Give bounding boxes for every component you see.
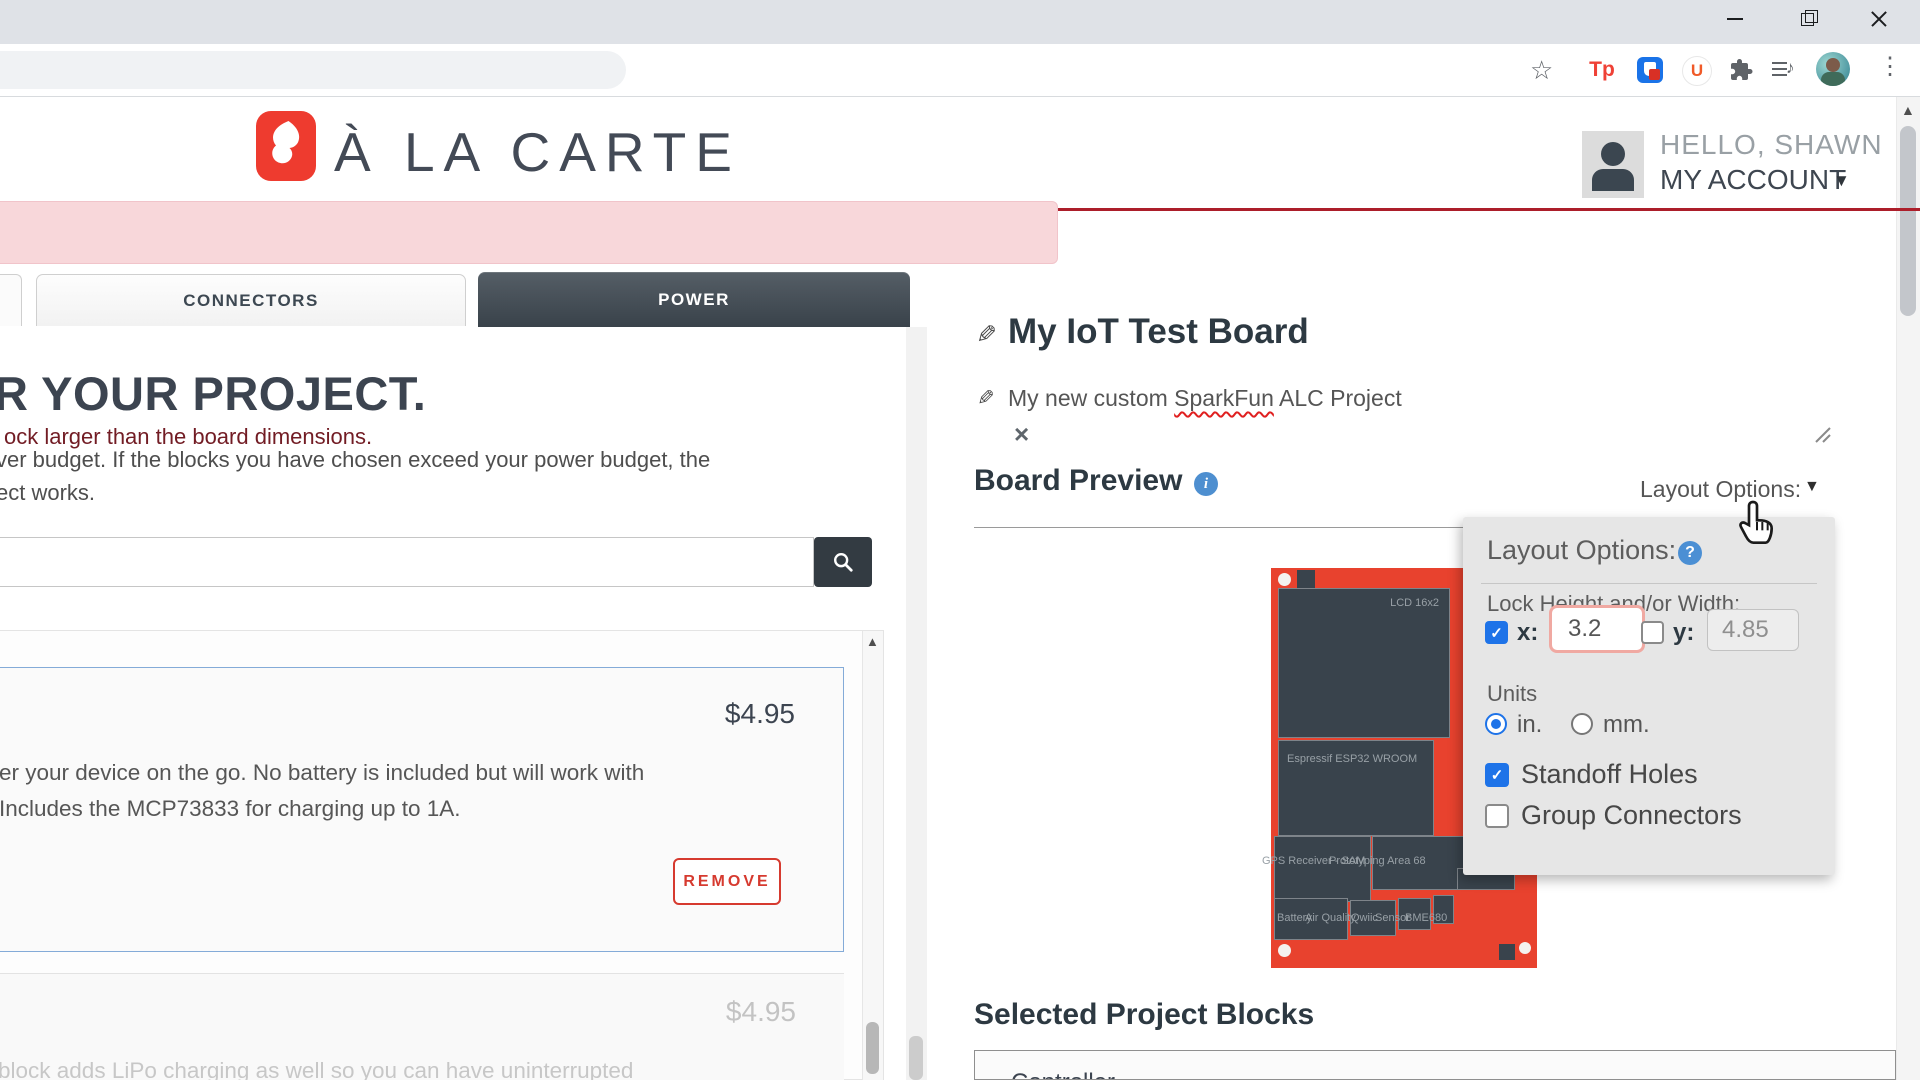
search-icon	[832, 551, 854, 573]
x-dimension-input[interactable]	[1549, 605, 1645, 653]
browser-profile-avatar[interactable]	[1816, 52, 1850, 86]
layout-options-caret-down-icon[interactable]: ▼	[1804, 478, 1820, 496]
tab-partial[interactable]	[0, 274, 22, 326]
lock-x-checkbox[interactable]: ✓	[1485, 621, 1508, 644]
alert-close-icon[interactable]: ×	[1014, 419, 1029, 450]
unit-mm-label: mm.	[1603, 711, 1650, 739]
selected-blocks-box: Controller	[974, 1050, 1896, 1080]
tab-connectors[interactable]: CONNECTORS	[36, 274, 466, 326]
page-description-line1: ver budget. If the blocks you have chose…	[0, 447, 710, 473]
y-label: y:	[1673, 619, 1694, 647]
brand-title: À LA CARTE	[334, 120, 741, 184]
remove-button[interactable]: REMOVE	[673, 858, 781, 905]
block-esp32[interactable]: Espressif ESP32 WROOM	[1278, 740, 1434, 836]
alert-message: ock larger than the board dimensions.	[4, 424, 372, 450]
standoff-holes-checkbox[interactable]: ✓	[1485, 763, 1509, 787]
block-label: Air Quality	[1305, 912, 1356, 924]
account-caret-down-icon[interactable]: ▼	[1833, 171, 1850, 191]
unit-inches-label: in.	[1517, 711, 1542, 739]
block-description-line2: Includes the MCP73833 for charging up to…	[0, 796, 461, 822]
unit-mm-radio[interactable]	[1571, 713, 1593, 735]
page-scroll-up-icon[interactable]: ▲	[1901, 102, 1915, 118]
board-subtitle[interactable]: My new custom SparkFun ALC Project	[1008, 385, 1402, 412]
block-description-line1: er your device on the go. No battery is …	[0, 760, 644, 786]
extensions-puzzle-icon[interactable]	[1728, 56, 1756, 84]
subtitle-text: My new custom	[1008, 385, 1174, 411]
my-account-menu[interactable]: MY ACCOUNT	[1660, 164, 1846, 196]
block-label: Qwiic	[1351, 912, 1378, 924]
mouse-cursor-hand-icon	[1738, 498, 1778, 561]
layout-options-popup: Layout Options: ? Lock Height and/or Wid…	[1463, 517, 1835, 875]
list-scrollbar[interactable]	[862, 631, 883, 1080]
edit-subtitle-pencil-icon[interactable]: ✎	[977, 386, 995, 411]
block-card-selected: $4.95 er your device on the go. No batte…	[0, 667, 844, 952]
account-greeting: HELLO, SHAWN	[1660, 129, 1883, 161]
preview-divider	[974, 527, 1494, 528]
resize-grip-icon[interactable]	[1810, 422, 1832, 449]
account-avatar[interactable]	[1582, 131, 1644, 198]
alert-banner: ock larger than the board dimensions. ×	[0, 201, 1058, 264]
search-button[interactable]	[814, 537, 872, 587]
window-restore-button[interactable]	[1784, 0, 1830, 38]
window-minimize-button[interactable]	[1712, 0, 1758, 38]
y-dimension-input[interactable]	[1707, 609, 1799, 651]
playlist-icon[interactable]: ♪	[1772, 56, 1800, 84]
block-search-input[interactable]	[0, 537, 814, 587]
list-scroll-up-icon[interactable]: ▲	[866, 634, 879, 649]
group-connectors-checkbox[interactable]	[1485, 804, 1509, 828]
address-bar[interactable]	[0, 51, 626, 89]
popup-divider	[1481, 583, 1817, 584]
selected-block-category: Controller	[1011, 1069, 1115, 1080]
block-price: $4.95	[726, 996, 796, 1028]
info-icon[interactable]: i	[1194, 472, 1218, 496]
subtitle-text: ALC Project	[1274, 385, 1402, 411]
extension-u-icon[interactable]: U	[1682, 56, 1712, 86]
board-corner-block	[1297, 570, 1315, 588]
edit-title-pencil-icon[interactable]: ✎	[976, 320, 997, 350]
subtitle-spellcheck-word: SparkFun	[1174, 385, 1274, 411]
panel-scrollbar-thumb[interactable]	[909, 1036, 923, 1080]
browser-menu-icon[interactable]: ⋮	[1878, 52, 1902, 81]
sparkfun-flame-logo[interactable]	[256, 111, 316, 181]
list-scrollbar-thumb[interactable]	[866, 1022, 879, 1074]
page-title: R YOUR PROJECT.	[0, 366, 426, 421]
browser-tab-strip	[0, 0, 1920, 44]
block-label: BME680	[1405, 912, 1447, 924]
block-card: $4.95 block adds LiPo charging as well s…	[0, 973, 844, 1080]
help-icon[interactable]: ?	[1678, 541, 1702, 565]
block-label-proto: Prototyping Area 68	[1329, 855, 1426, 867]
panel-scrollbar[interactable]	[906, 327, 927, 1080]
standoff-hole	[1519, 942, 1531, 954]
screen: ☆ Tp U ♪ ⋮ À LA CARTE HELLO, SHAWN MY AC…	[0, 0, 1920, 1080]
block-gps[interactable]	[1274, 836, 1371, 902]
bookmark-star-icon[interactable]: ☆	[1530, 55, 1553, 86]
page-scrollbar-thumb[interactable]	[1900, 126, 1916, 316]
extension-shield-icon[interactable]	[1636, 56, 1664, 84]
music-note-icon: ♪	[1786, 58, 1795, 78]
extension-tp-icon[interactable]: Tp	[1588, 56, 1616, 84]
block-price: $4.95	[725, 698, 795, 730]
tab-power[interactable]: POWER	[478, 272, 910, 327]
standoff-holes-label: Standoff Holes	[1521, 759, 1698, 790]
group-connectors-label: Group Connectors	[1521, 800, 1742, 831]
block-description-line1: block adds LiPo charging as well so you …	[0, 1058, 633, 1080]
lock-y-checkbox[interactable]	[1641, 621, 1664, 644]
units-label: Units	[1487, 681, 1537, 707]
page-description-line2: ect works.	[0, 480, 95, 506]
block-label: LCD 16x2	[1390, 597, 1439, 609]
standoff-hole	[1278, 573, 1291, 586]
window-close-button[interactable]	[1856, 0, 1902, 38]
block-lcd[interactable]: LCD 16x2	[1278, 588, 1450, 738]
popup-title: Layout Options:	[1487, 535, 1676, 566]
unit-inches-radio[interactable]	[1485, 713, 1507, 735]
x-label: x:	[1517, 619, 1538, 647]
board-title[interactable]: My IoT Test Board	[1008, 312, 1309, 352]
selected-blocks-heading: Selected Project Blocks	[974, 998, 1314, 1032]
board-preview-heading: Board Preview	[974, 464, 1182, 498]
standoff-hole	[1278, 944, 1291, 957]
block-label: Espressif ESP32 WROOM	[1287, 753, 1417, 765]
board-corner-block	[1499, 944, 1515, 960]
